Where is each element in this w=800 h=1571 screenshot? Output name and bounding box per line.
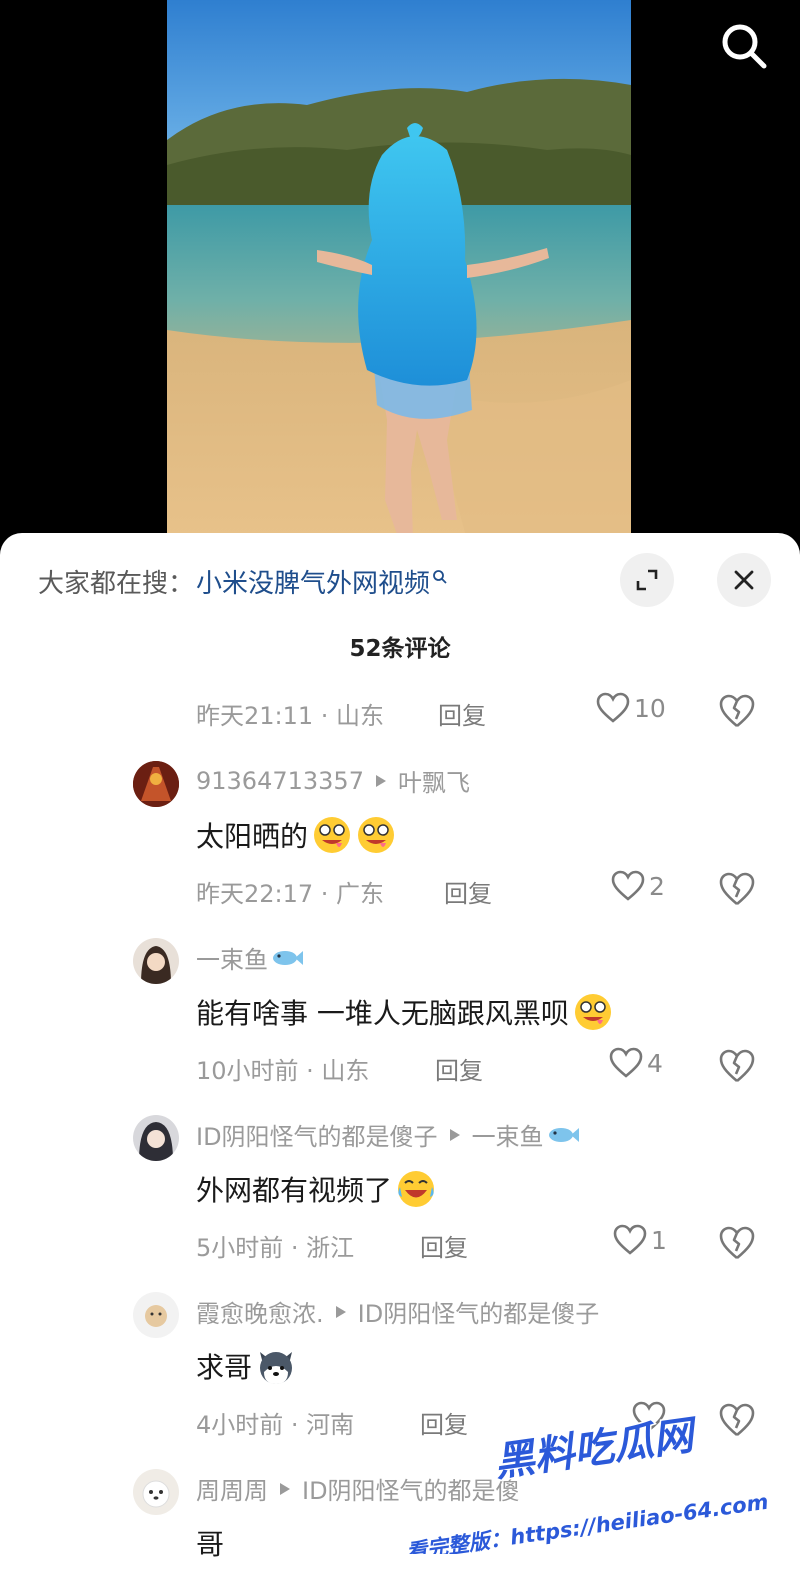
comment-text: 太阳晒的 bbox=[196, 820, 309, 853]
broken-heart-icon[interactable] bbox=[718, 1224, 756, 1262]
comment-author-line: 91364713357 叶飘飞 bbox=[196, 763, 470, 798]
hot-search-query-link[interactable]: 小米没脾气外网视频 bbox=[196, 563, 430, 600]
comment-author-line: ID阴阳怪气的都是傻子 一束鱼 bbox=[196, 1117, 580, 1152]
avatar[interactable] bbox=[133, 1292, 179, 1338]
svg-text:黑料吃瓜网: 黑料吃瓜网 bbox=[492, 1412, 702, 1486]
comment-author[interactable]: 91364713357 bbox=[196, 767, 364, 795]
comment-text: 外网都有视频了 bbox=[196, 1174, 393, 1207]
hot-search-prefix: 大家都在搜： bbox=[38, 569, 195, 599]
like-button[interactable]: 10 bbox=[596, 692, 666, 724]
comment-author[interactable]: ID阴阳怪气的都是傻子 bbox=[196, 1117, 438, 1152]
heart-icon bbox=[609, 1047, 643, 1078]
avatar[interactable] bbox=[133, 761, 179, 807]
comment-time-location: 4小时前 · 河南 bbox=[196, 1411, 355, 1439]
drooling-face-emoji bbox=[314, 817, 351, 853]
video-player[interactable] bbox=[0, 0, 800, 560]
close-icon bbox=[734, 570, 754, 590]
comment-text: 能有啥事 一堆人无脑跟风黑呗 bbox=[196, 997, 569, 1030]
search-icon[interactable] bbox=[718, 20, 770, 72]
comment-text: 求哥 bbox=[196, 1351, 253, 1384]
comment-meta-row: 昨天22:17 · 广东 回复 2 bbox=[0, 870, 800, 910]
reply-arrow-icon bbox=[375, 774, 386, 787]
comment-text-line: 能有啥事 一堆人无脑跟风黑呗 bbox=[196, 992, 613, 1032]
comment-author[interactable]: 一束鱼 bbox=[196, 940, 268, 975]
comment-meta-row: 昨天21:11 · 山东 回复 10 bbox=[0, 692, 800, 732]
like-count: 2 bbox=[649, 871, 665, 901]
crying-laughing-emoji bbox=[398, 1171, 435, 1207]
comment-time-location: 5小时前 · 浙江 bbox=[196, 1234, 355, 1262]
broken-heart-icon[interactable] bbox=[718, 870, 756, 908]
reply-arrow-icon bbox=[449, 1128, 460, 1141]
reply-to-author[interactable]: 叶飘飞 bbox=[398, 763, 470, 798]
reply-arrow-icon bbox=[335, 1305, 346, 1318]
heart-icon bbox=[613, 1224, 647, 1255]
avatar[interactable] bbox=[133, 938, 179, 984]
like-button[interactable]: 1 bbox=[613, 1224, 667, 1256]
reply-button[interactable]: 回复 bbox=[420, 1228, 468, 1263]
drooling-face-emoji bbox=[358, 817, 395, 853]
comment-meta-row: 10小时前 · 山东 回复 4 bbox=[0, 1047, 800, 1087]
broken-heart-icon[interactable] bbox=[718, 1047, 756, 1085]
comment-meta-row: 5小时前 · 浙江 回复 1 bbox=[0, 1224, 800, 1264]
reply-arrow-icon bbox=[280, 1482, 290, 1495]
comment-text-line: 外网都有视频了 bbox=[196, 1169, 436, 1209]
reply-button[interactable]: 回复 bbox=[435, 1051, 483, 1086]
fish-icon bbox=[273, 950, 303, 965]
comment-item: 91364713357 叶飘飞 太阳晒的 昨天22:17 · 广东 回复 2 bbox=[0, 757, 800, 933]
expand-icon bbox=[636, 569, 658, 591]
heart-icon bbox=[596, 692, 630, 723]
drooling-face-emoji bbox=[574, 994, 611, 1030]
comment-sheet-header: 大家都在搜： 小米没脾气外网视频 bbox=[0, 533, 800, 629]
heart-icon bbox=[611, 870, 645, 901]
comment-text-line: 太阳晒的 bbox=[196, 815, 396, 855]
reply-to-author[interactable]: 一束鱼 bbox=[472, 1117, 544, 1152]
like-count: 10 bbox=[634, 693, 666, 723]
like-button[interactable]: 2 bbox=[611, 870, 665, 902]
comment-time-location: 昨天22:17 · 广东 bbox=[196, 880, 385, 908]
comment-text: 哥 bbox=[196, 1528, 225, 1561]
comment-item: ID阴阳怪气的都是傻子 一束鱼 外网都有视频了 5小时前 · 浙江 回复 1 bbox=[0, 1111, 800, 1287]
comment-author-line: 霞愈晚愈浓. ID阴阳怪气的都是傻子 bbox=[196, 1294, 599, 1329]
site-watermark-logo: 黑料吃瓜网 看完整版：https://heiliao-64.com bbox=[403, 1410, 771, 1554]
hot-search-bar[interactable]: 大家都在搜： 小米没脾气外网视频 bbox=[38, 563, 448, 600]
husky-dog-emoji bbox=[260, 1352, 293, 1384]
comment-item: 一束鱼 能有啥事 一堆人无脑跟风黑呗 10小时前 · 山东 回复 4 bbox=[0, 934, 800, 1110]
comment-text-line: 求哥 bbox=[196, 1346, 296, 1386]
comment-count: 52条评论 bbox=[349, 636, 451, 662]
video-still-beach-image bbox=[167, 0, 631, 540]
comment-author[interactable]: 周周周 bbox=[196, 1471, 268, 1506]
reply-to-author[interactable]: ID阴阳怪气的都是傻子 bbox=[358, 1294, 600, 1329]
search-icon bbox=[433, 569, 447, 584]
comment-author-line: 一束鱼 bbox=[196, 940, 304, 975]
like-count: 1 bbox=[651, 1225, 667, 1255]
broken-heart-icon[interactable] bbox=[718, 692, 756, 730]
comment-time-location: 10小时前 · 山东 bbox=[196, 1057, 370, 1085]
like-button[interactable]: 4 bbox=[609, 1047, 663, 1079]
like-count: 4 bbox=[647, 1048, 663, 1078]
reply-button[interactable]: 回复 bbox=[438, 696, 486, 731]
svg-text:看完整版：https://heiliao-64.com: 看完整版：https://heiliao-64.com bbox=[405, 1490, 770, 1554]
avatar[interactable] bbox=[133, 1469, 179, 1515]
expand-button[interactable] bbox=[620, 553, 674, 607]
video-frame[interactable] bbox=[167, 0, 631, 540]
close-button[interactable] bbox=[717, 553, 771, 607]
reply-button[interactable]: 回复 bbox=[444, 874, 492, 909]
comment-time-location: 昨天21:11 · 山东 bbox=[196, 702, 385, 730]
comment-author[interactable]: 霞愈晚愈浓. bbox=[196, 1294, 324, 1329]
fish-icon bbox=[548, 1127, 579, 1142]
comment-text-line: 哥 bbox=[196, 1523, 224, 1563]
avatar[interactable] bbox=[133, 1115, 179, 1161]
